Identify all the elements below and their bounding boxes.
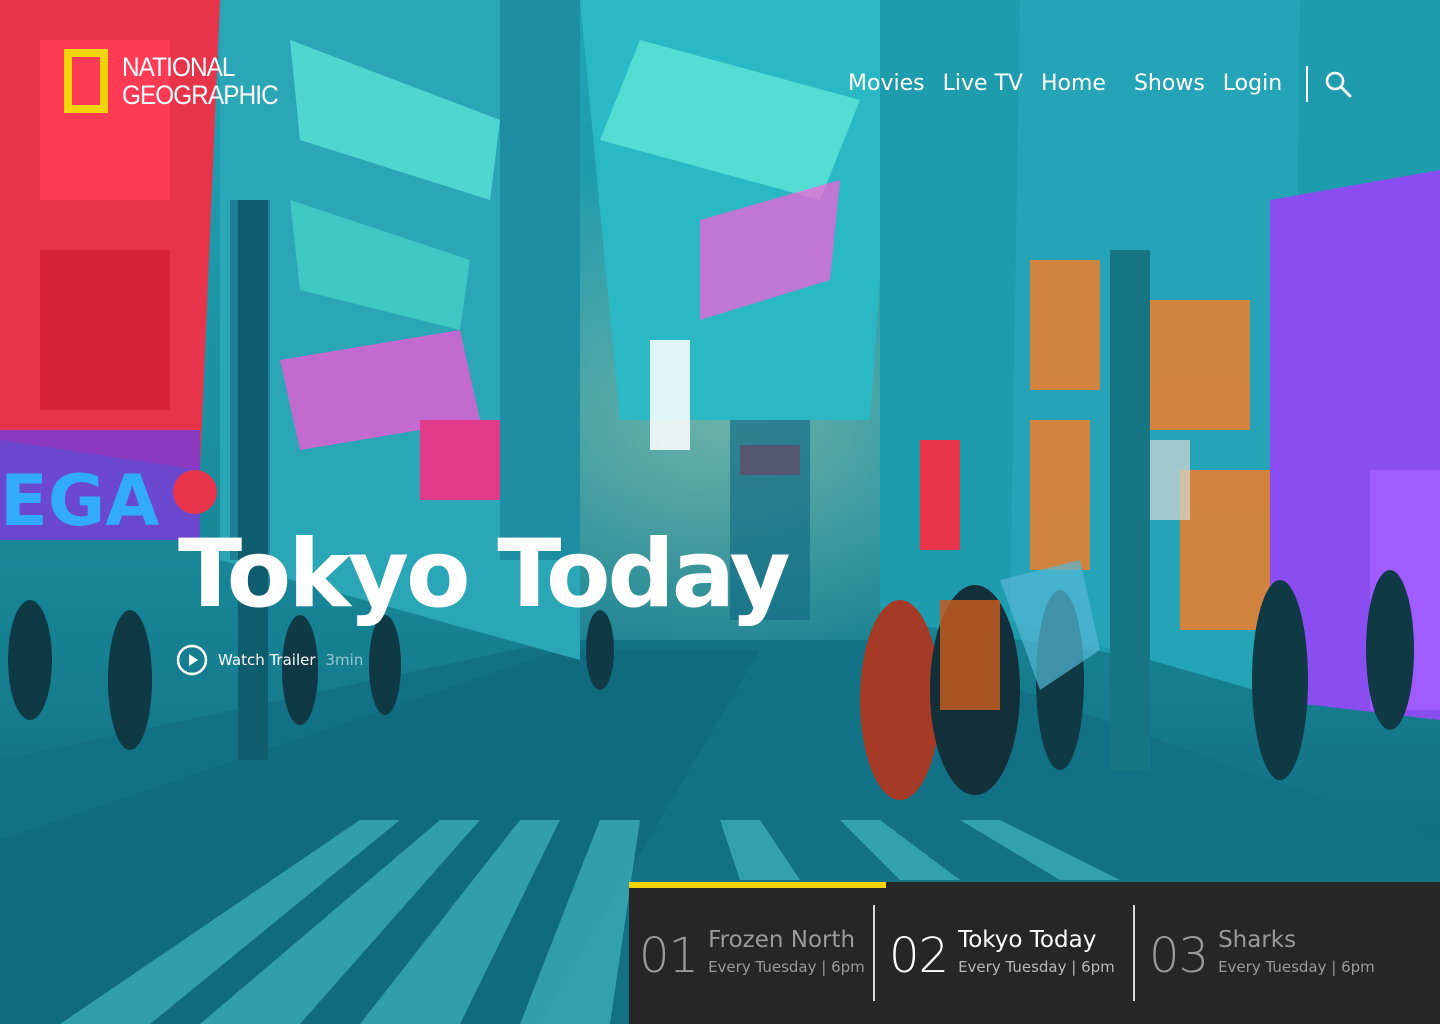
show-item-frozen-north[interactable]: 01 Frozen North Every Tuesday | 6pm — [629, 882, 873, 1024]
nav-divider — [1306, 66, 1309, 102]
hero-title: Tokyo Today — [178, 520, 791, 629]
nav-live-tv[interactable]: Live TV — [943, 66, 1023, 102]
active-show-progress-bar — [629, 882, 886, 888]
nav-movies[interactable]: Movies — [848, 66, 925, 102]
watch-trailer-button[interactable]: Watch Trailer 3min — [176, 644, 363, 676]
nav-login[interactable]: Login — [1223, 66, 1282, 102]
national-geographic-logo[interactable]: NATIONAL GEOGRAPHIC — [64, 49, 295, 113]
show-schedule: Every Tuesday | 6pm — [958, 958, 1115, 976]
city-street-image: EGA — [0, 0, 1440, 1024]
yellow-frame-icon — [64, 49, 108, 113]
logo-wordmark: NATIONAL GEOGRAPHIC — [122, 52, 279, 110]
nav-home[interactable]: Home — [1041, 66, 1106, 102]
show-number: 03 — [1149, 928, 1209, 984]
show-number: 01 — [639, 928, 699, 984]
show-item-tokyo-today[interactable]: 02 Tokyo Today Every Tuesday | 6pm — [629, 882, 1133, 1024]
show-schedule: Every Tuesday | 6pm — [708, 958, 865, 976]
trailer-duration: 3min — [325, 651, 364, 669]
show-title: Frozen North — [708, 927, 856, 953]
shows-carousel: 01 Frozen North Every Tuesday | 6pm 02 T… — [629, 882, 1440, 1024]
show-number: 02 — [889, 928, 949, 984]
logo-line-1: NATIONAL — [122, 52, 235, 82]
search-icon[interactable] — [1324, 70, 1352, 98]
show-title: Sharks — [1218, 927, 1297, 953]
svg-text:EGA: EGA — [0, 460, 159, 542]
show-schedule: Every Tuesday | 6pm — [1218, 958, 1375, 976]
hero-background: EGA — [0, 0, 1440, 1024]
nav-shows[interactable]: Shows — [1134, 66, 1205, 102]
show-title: Tokyo Today — [958, 927, 1097, 953]
main-nav: Movies Live TV Home Shows Login — [848, 64, 1352, 104]
trailer-label: Watch Trailer — [218, 651, 316, 669]
show-item-sharks[interactable]: 03 Sharks Every Tuesday | 6pm — [1135, 882, 1440, 1024]
logo-line-2: GEOGRAPHIC — [122, 80, 279, 110]
play-circle-icon — [176, 644, 208, 676]
